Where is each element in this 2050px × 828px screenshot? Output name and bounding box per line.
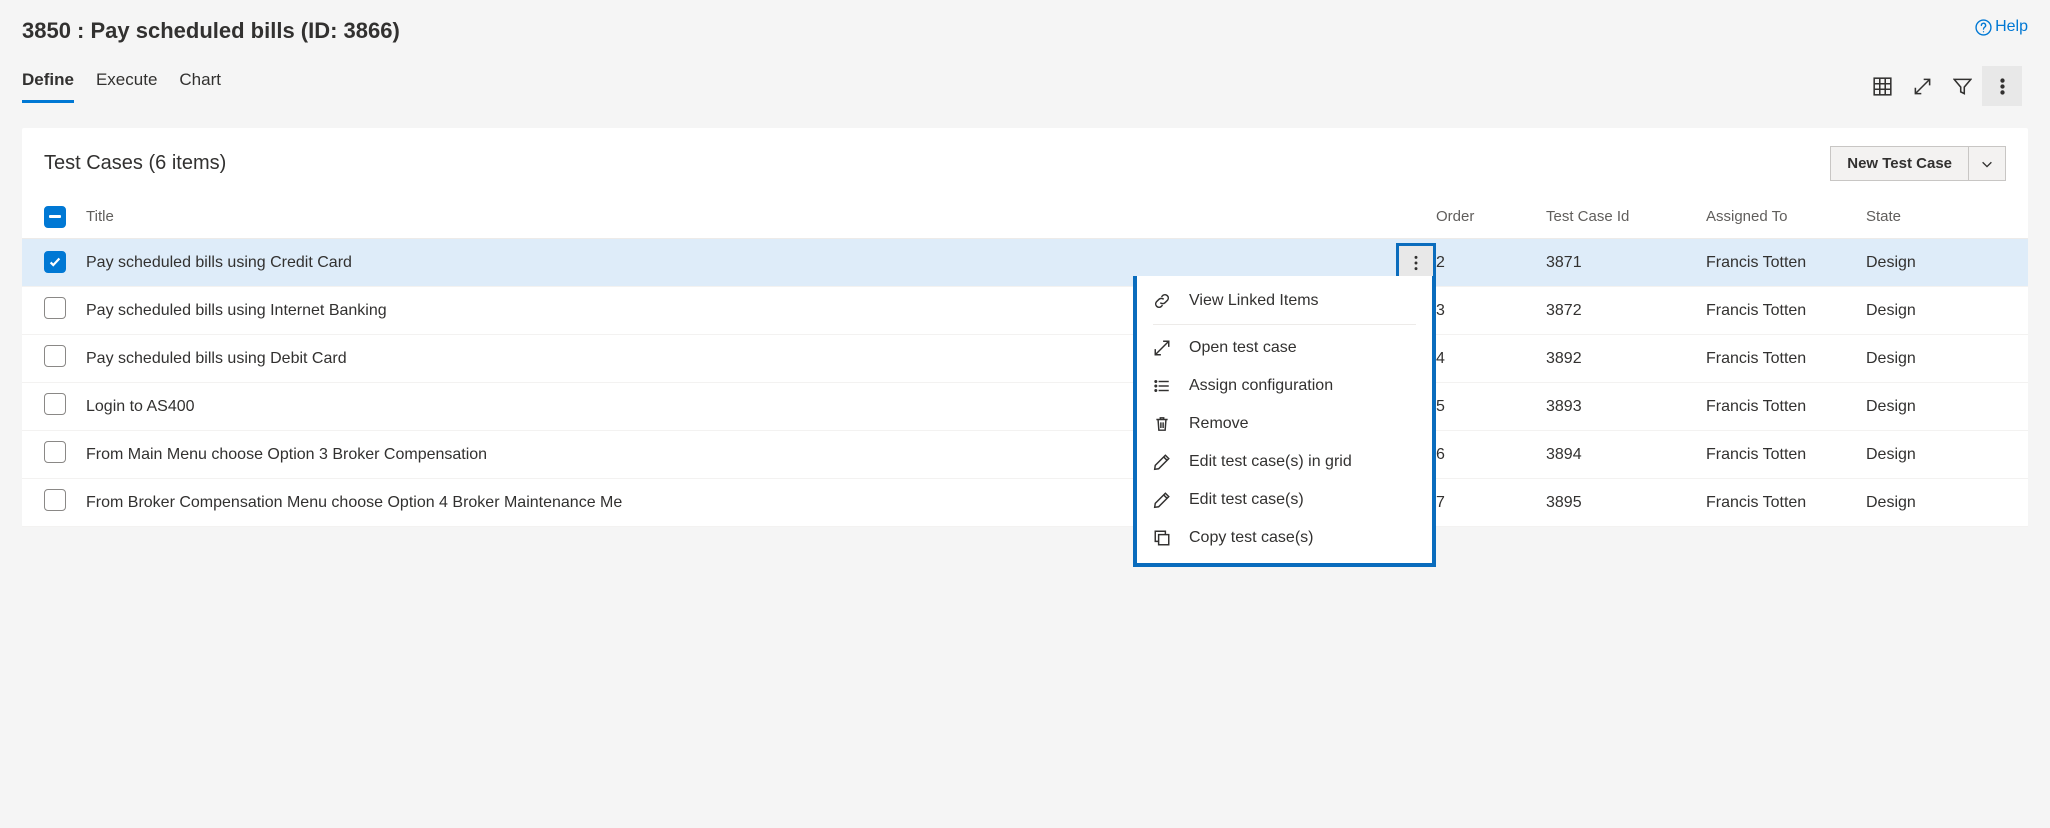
more-actions-button[interactable] (1982, 66, 2022, 106)
new-test-case-button[interactable]: New Test Case (1831, 147, 1969, 180)
table-row[interactable]: Pay scheduled bills using Internet Banki… (22, 287, 2028, 335)
select-all-checkbox[interactable] (44, 206, 66, 228)
copy-icon (1153, 529, 1171, 547)
menu-item-view-linked-items[interactable]: View Linked Items (1137, 282, 1432, 320)
column-header-test-case-id[interactable]: Test Case Id (1546, 208, 1706, 225)
context-menu: View Linked Items Open test case Assign co… (1133, 276, 1436, 567)
row-checkbox[interactable] (44, 393, 66, 415)
cell-test-case-id: 3871 (1546, 254, 1706, 272)
cell-state: Design (1866, 398, 2006, 416)
pencil-icon (1153, 453, 1171, 471)
menu-item-open-test-case[interactable]: Open test case (1137, 329, 1432, 367)
fullscreen-button[interactable] (1902, 66, 1942, 106)
tabs: Define Execute Chart (22, 70, 221, 103)
new-test-case-split-button: New Test Case (1830, 146, 2006, 181)
menu-item-edit-test-case-s[interactable]: Edit test case(s) (1137, 481, 1432, 519)
cell-assigned-to: Francis Totten (1706, 254, 1866, 272)
cell-state: Design (1866, 254, 2006, 272)
menu-item-label: Remove (1189, 415, 1249, 433)
cell-test-case-id: 3894 (1546, 446, 1706, 464)
cell-order: 4 (1436, 350, 1546, 368)
cell-assigned-to: Francis Totten (1706, 302, 1866, 320)
menu-separator (1153, 324, 1416, 325)
column-header-state[interactable]: State (1866, 208, 2006, 225)
new-test-case-dropdown[interactable] (1969, 147, 2005, 180)
menu-item-label: Edit test case(s) (1189, 491, 1304, 509)
menu-item-label: Assign configuration (1189, 377, 1333, 395)
menu-item-edit-test-case-s-in-grid[interactable]: Edit test case(s) in grid (1137, 443, 1432, 481)
menu-item-label: Copy test case(s) (1189, 529, 1313, 547)
more-vertical-icon (1993, 77, 2012, 96)
cell-order: 3 (1436, 302, 1546, 320)
chevron-down-icon (1980, 157, 1994, 171)
cell-test-case-id: 3893 (1546, 398, 1706, 416)
cell-order: 6 (1436, 446, 1546, 464)
cell-test-case-id: 3872 (1546, 302, 1706, 320)
expand-icon (1913, 77, 1932, 96)
tab-define[interactable]: Define (22, 70, 74, 103)
row-checkbox[interactable] (44, 441, 66, 463)
cell-test-case-id: 3892 (1546, 350, 1706, 368)
table-row[interactable]: Pay scheduled bills using Credit Card 2 … (22, 239, 2028, 287)
column-header-title[interactable]: Title (86, 208, 1436, 225)
cell-state: Design (1866, 350, 2006, 368)
column-header-assigned-to[interactable]: Assigned To (1706, 208, 1866, 225)
menu-item-label: Edit test case(s) in grid (1189, 453, 1352, 471)
cell-order: 7 (1436, 494, 1546, 512)
cell-state: Design (1866, 494, 2006, 512)
tab-execute[interactable]: Execute (96, 70, 157, 103)
table-row[interactable]: From Main Menu choose Option 3 Broker Co… (22, 431, 2028, 479)
menu-item-label: Open test case (1189, 339, 1297, 357)
card-title: Test Cases (6 items) (44, 152, 226, 175)
page-title: 3850 : Pay scheduled bills (ID: 3866) (22, 18, 400, 44)
cell-state: Design (1866, 302, 2006, 320)
cell-assigned-to: Francis Totten (1706, 350, 1866, 368)
open-icon (1153, 339, 1171, 357)
filter-button[interactable] (1942, 66, 1982, 106)
help-link[interactable]: Help (1975, 18, 2028, 36)
row-checkbox[interactable] (44, 251, 66, 273)
menu-item-copy-test-case-s[interactable]: Copy test case(s) (1137, 519, 1432, 557)
column-header-order[interactable]: Order (1436, 208, 1546, 225)
list-icon (1153, 377, 1171, 395)
cell-state: Design (1866, 446, 2006, 464)
toolbar (1862, 66, 2028, 106)
help-label: Help (1995, 18, 2028, 36)
table-row[interactable]: Login to AS400 5 3893 Francis Totten Des… (22, 383, 2028, 431)
grid-header-row: Title Order Test Case Id Assigned To Sta… (22, 195, 2028, 239)
menu-item-label: View Linked Items (1189, 292, 1319, 310)
table-row[interactable]: From Broker Compensation Menu choose Opt… (22, 479, 2028, 527)
link-icon (1153, 292, 1171, 310)
row-checkbox[interactable] (44, 297, 66, 319)
pencil-icon (1153, 491, 1171, 509)
filter-icon (1953, 77, 1972, 96)
cell-title: Pay scheduled bills using Credit Card (86, 254, 1436, 272)
test-cases-grid: Title Order Test Case Id Assigned To Sta… (22, 195, 2028, 527)
cell-test-case-id: 3895 (1546, 494, 1706, 512)
cell-order: 2 (1436, 254, 1546, 272)
cell-assigned-to: Francis Totten (1706, 398, 1866, 416)
row-checkbox[interactable] (44, 489, 66, 511)
table-row[interactable]: Pay scheduled bills using Debit Card 4 3… (22, 335, 2028, 383)
cell-assigned-to: Francis Totten (1706, 494, 1866, 512)
cell-assigned-to: Francis Totten (1706, 446, 1866, 464)
more-vertical-icon (1407, 254, 1425, 272)
menu-item-assign-configuration[interactable]: Assign configuration (1137, 367, 1432, 405)
menu-item-remove[interactable]: Remove (1137, 405, 1432, 443)
grid-icon (1873, 77, 1892, 96)
row-checkbox[interactable] (44, 345, 66, 367)
trash-icon (1153, 415, 1171, 433)
grid-view-button[interactable] (1862, 66, 1902, 106)
cell-order: 5 (1436, 398, 1546, 416)
help-icon (1975, 19, 1992, 36)
tab-chart[interactable]: Chart (179, 70, 221, 103)
